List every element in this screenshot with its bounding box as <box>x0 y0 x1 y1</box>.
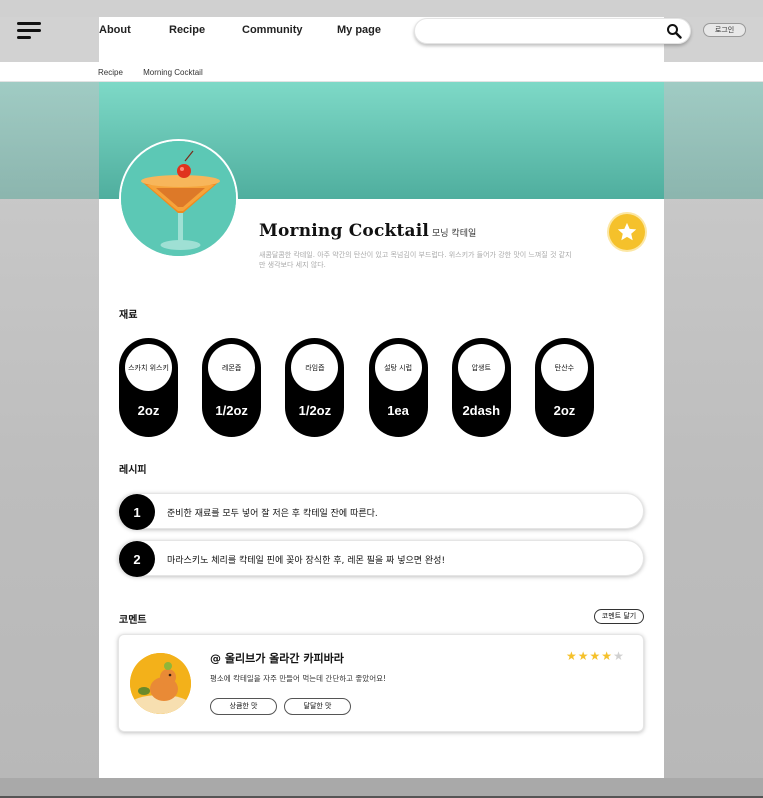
recipe-title-korean: 모닝 칵테일 <box>432 229 477 239</box>
ingredient-pill: 탄산수 2oz <box>534 338 594 437</box>
cocktail-image <box>119 139 238 258</box>
ingredient-pill: 라임즙 1/2oz <box>285 338 345 437</box>
star-icon: ★ <box>601 649 613 663</box>
menu-area <box>0 17 99 62</box>
hamburger-menu-icon[interactable] <box>17 22 41 40</box>
breadcrumb-bar: Recipe Morning Cocktail <box>0 62 763 82</box>
avatar <box>130 653 191 714</box>
ingredient-name: 스카치 위스키 <box>125 344 172 391</box>
star-icon: ★ <box>566 649 577 663</box>
breadcrumb-current: Morning Cocktail <box>143 68 203 77</box>
main-content: Morning Cocktail 모닝 칵테일 새콤달콤한 칵테일. 아주 약간… <box>99 82 664 778</box>
ingredient-amount: 1/2oz <box>215 403 248 418</box>
step-number: 2 <box>119 541 155 577</box>
ingredient-amount: 2dash <box>462 403 501 418</box>
ingredient-pill: 레몬즙 1/2oz <box>202 338 262 437</box>
header: About Recipe Community My page 로그인 <box>0 17 763 62</box>
ingredient-pill: 설탕 시럽 1ea <box>368 338 428 437</box>
hero-side-left <box>0 82 99 199</box>
top-strip <box>0 0 763 17</box>
add-comment-button[interactable]: 코멘트 달기 <box>594 609 644 624</box>
breadcrumb-recipe[interactable]: Recipe <box>98 68 123 77</box>
comment-card: @ 올리브가 올라간 카피바라 평소에 칵테일을 자주 만들어 먹는데 간단하고… <box>118 634 644 732</box>
ingredient-name: 설탕 시럽 <box>374 344 422 391</box>
nav-about[interactable]: About <box>99 24 131 36</box>
bottom-bar <box>0 778 763 798</box>
ingredients-heading: 재료 <box>119 310 138 321</box>
step-text: 마라스키노 체리를 칵테일 핀에 꽂아 장식한 후, 레몬 필을 짜 넣으면 완… <box>167 556 446 566</box>
ingredient-name: 레몬즙 <box>208 344 256 391</box>
recipe-step: 2 마라스키노 체리를 칵테일 핀에 꽂아 장식한 후, 레몬 필을 짜 넣으면… <box>118 540 644 577</box>
ingredient-list: 스카치 위스키 2oz 레몬즙 1/2oz 라임즙 1/2oz 설탕 시럽 1e… <box>119 338 594 437</box>
nav-community[interactable]: Community <box>242 24 303 36</box>
ingredient-name: 라임즙 <box>291 344 339 391</box>
ingredient-pill: 스카치 위스키 2oz <box>119 338 178 437</box>
hero-side-right <box>663 82 763 199</box>
nav-recipe[interactable]: Recipe <box>169 24 205 36</box>
recipe-heading: 레시피 <box>119 465 147 476</box>
taste-tag: 상큼한 맛 <box>210 698 277 715</box>
taste-tag: 달달한 맛 <box>284 698 351 715</box>
star-icon: ★ <box>589 649 601 663</box>
recipe-step: 1 준비한 재료를 모두 넣어 잘 저은 후 칵테일 잔에 따른다. <box>118 493 644 530</box>
comments-heading: 코멘트 <box>119 615 147 626</box>
star-icon <box>617 222 637 241</box>
ingredient-name: 탄산수 <box>540 344 588 391</box>
recipe-title: Morning Cocktail <box>259 221 430 241</box>
search-bar <box>414 18 691 44</box>
ingredient-amount: 1ea <box>387 403 409 418</box>
search-icon[interactable] <box>666 23 682 39</box>
ingredient-pill: 압생트 2dash <box>451 338 511 437</box>
comment-text: 평소에 칵테일을 자주 만들어 먹는데 간단하고 좋았어요! <box>210 674 387 683</box>
ingredient-amount: 2oz <box>137 403 160 418</box>
step-number: 1 <box>119 494 155 530</box>
nav-my-page[interactable]: My page <box>337 24 381 36</box>
login-button[interactable]: 로그인 <box>703 23 746 37</box>
recipe-description: 새콤달콤한 칵테일. 아주 약간의 탄산이 있고 목넘김이 부드럽다. 위스키가… <box>259 251 572 269</box>
rating-stars: ★ ★ ★ ★ ★ <box>566 650 625 662</box>
search-input[interactable] <box>427 19 667 44</box>
star-icon: ★ <box>613 649 624 663</box>
breadcrumb: Recipe Morning Cocktail <box>98 68 221 77</box>
comment-username: @ 올리브가 올라간 카피바라 <box>210 652 344 665</box>
favorite-button[interactable] <box>609 214 645 250</box>
step-text: 준비한 재료를 모두 넣어 잘 저은 후 칵테일 잔에 따른다. <box>167 509 378 519</box>
ingredient-name: 압생트 <box>457 344 505 391</box>
ingredient-amount: 1/2oz <box>298 403 332 418</box>
ingredient-amount: 2oz <box>553 403 576 418</box>
star-icon: ★ <box>577 649 589 663</box>
